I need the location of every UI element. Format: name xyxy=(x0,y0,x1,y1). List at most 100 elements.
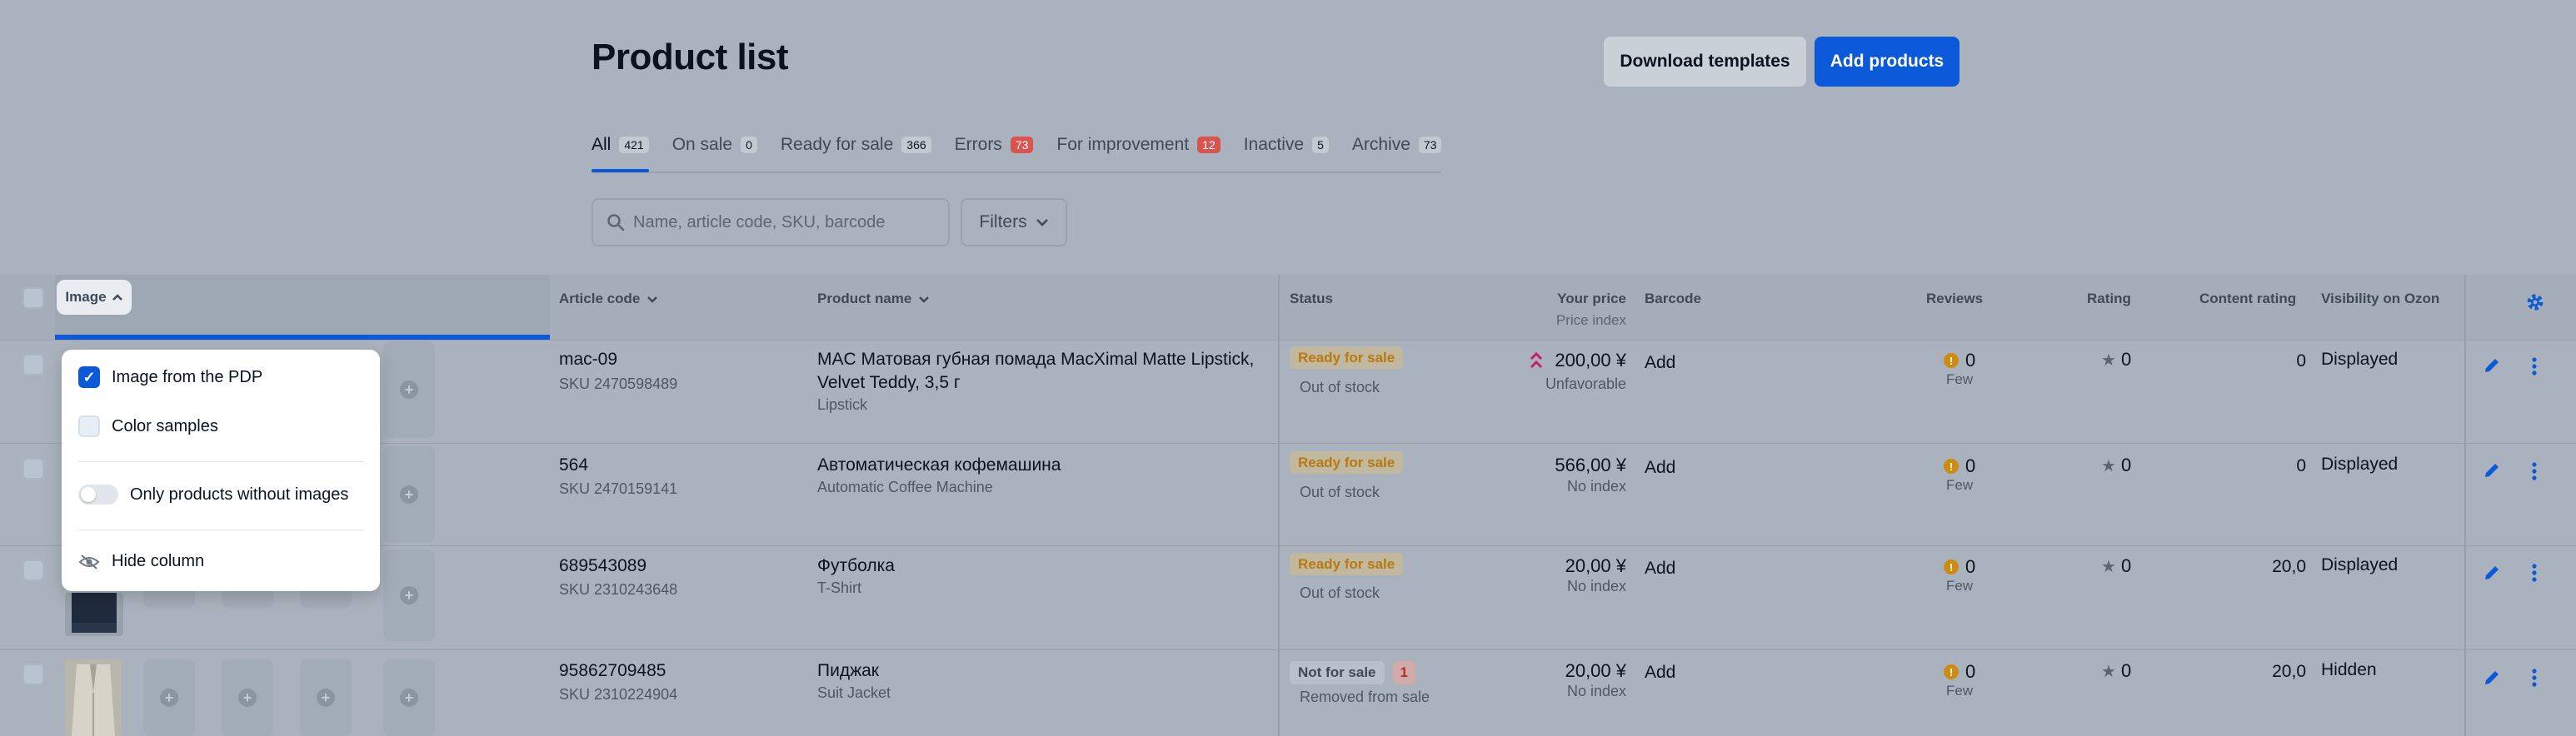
status-badge: Ready for sale xyxy=(1290,346,1404,369)
image-placeholder[interactable]: + xyxy=(383,341,435,438)
more-icon[interactable] xyxy=(2531,668,2538,688)
article-code: 564 xyxy=(559,455,589,475)
reviews-count: 0 xyxy=(1965,350,1976,370)
image-placeholder[interactable]: + xyxy=(222,659,273,736)
status-detail: Out of stock xyxy=(1300,584,1380,601)
sku: SKU 2470598489 xyxy=(559,375,678,392)
product-name[interactable]: MAC Матовая губная помада MacXimal Matte… xyxy=(817,348,1267,395)
chevron-down-icon xyxy=(1036,219,1048,226)
article-code: mac-09 xyxy=(559,350,618,369)
rating: ★ 0 xyxy=(2101,555,2131,577)
visibility-column-header: Visibility on Ozon xyxy=(2321,291,2440,306)
select-all-checkbox[interactable] xyxy=(22,287,44,309)
sku: SKU 2470159141 xyxy=(559,480,678,497)
warning-icon: ! xyxy=(1944,353,1959,368)
tab-for-improvement[interactable]: For improvement 12 xyxy=(1056,130,1221,160)
status-divider xyxy=(1278,275,1280,736)
filters-button[interactable]: Filters xyxy=(961,198,1067,246)
tab-label: Archive xyxy=(1351,135,1410,154)
product-type: T-Shirt xyxy=(817,579,862,596)
image-placeholder[interactable]: + xyxy=(300,659,352,736)
product-name[interactable]: Пиджак xyxy=(817,659,1267,683)
tab-all[interactable]: All 421 xyxy=(592,130,649,172)
reviews-count: 0 xyxy=(1965,556,1976,577)
actions-divider xyxy=(2464,275,2466,736)
price-index: No index xyxy=(1566,683,1626,699)
tab-on-sale[interactable]: On sale 0 xyxy=(672,130,757,160)
price-column-header: Your price xyxy=(1557,291,1626,306)
tab-label: Inactive xyxy=(1243,135,1305,154)
more-icon[interactable] xyxy=(2531,563,2538,583)
status-badge: Ready for sale xyxy=(1290,553,1404,575)
price-index: No index xyxy=(1566,578,1626,594)
product-name[interactable]: Автоматическая кофемашина xyxy=(817,454,1267,477)
only-without-images-toggle-row[interactable]: Only products without images xyxy=(78,485,348,505)
product-column-header[interactable]: Product name xyxy=(817,291,930,307)
checkbox-checked[interactable]: ✓ xyxy=(78,366,100,388)
rating-column-header: Rating xyxy=(2087,291,2131,306)
plus-icon: + xyxy=(238,689,257,707)
hide-column-option[interactable]: Hide column xyxy=(78,552,204,571)
option-label: Color samples xyxy=(112,416,218,435)
chevron-up-icon xyxy=(112,293,122,301)
add-barcode-link[interactable]: Add xyxy=(1645,353,1675,373)
article-column-header[interactable]: Article code xyxy=(559,291,658,307)
checkbox-unchecked[interactable] xyxy=(78,415,100,437)
edit-icon[interactable] xyxy=(2483,669,2501,687)
gear-icon[interactable] xyxy=(2524,291,2546,313)
tab-archive[interactable]: Archive 73 xyxy=(1352,130,1442,160)
row-checkbox[interactable] xyxy=(22,458,44,480)
toggle-switch[interactable] xyxy=(78,485,118,505)
tab-errors[interactable]: Errors 73 xyxy=(955,130,1034,160)
plus-icon: + xyxy=(400,380,418,399)
row-checkbox[interactable] xyxy=(22,559,44,581)
row-checkbox[interactable] xyxy=(22,354,44,375)
color-samples-option[interactable]: Color samples xyxy=(78,415,218,437)
search-placeholder: Name, article code, SKU, barcode xyxy=(633,212,886,231)
row-checkbox[interactable] xyxy=(22,664,44,685)
image-placeholder[interactable]: + xyxy=(383,446,435,543)
image-placeholder[interactable]: + xyxy=(383,659,435,736)
image-placeholder[interactable]: + xyxy=(143,659,195,736)
visibility: Displayed xyxy=(2321,350,2399,369)
eye-off-icon xyxy=(78,554,100,569)
image-from-pdp-option[interactable]: ✓ Image from the PDP xyxy=(78,366,262,388)
content-rating: 20,0 xyxy=(2272,557,2306,576)
filters-label: Filters xyxy=(979,212,1027,231)
more-icon[interactable] xyxy=(2531,356,2538,376)
tab-label: For improvement xyxy=(1056,135,1190,154)
option-label: Hide column xyxy=(112,552,205,570)
status-badge: Ready for sale xyxy=(1290,451,1404,474)
add-barcode-link[interactable]: Add xyxy=(1645,663,1675,683)
download-templates-button[interactable]: Download templates xyxy=(1604,37,1806,87)
plus-icon: + xyxy=(400,586,418,604)
add-barcode-link[interactable]: Add xyxy=(1645,458,1675,478)
column-label: Article code xyxy=(559,291,641,306)
tab-count: 73 xyxy=(1010,137,1034,153)
image-placeholder[interactable]: + xyxy=(383,550,435,641)
status-column-header: Status xyxy=(1290,291,1333,306)
tab-count: 421 xyxy=(619,137,649,153)
add-barcode-link[interactable]: Add xyxy=(1645,559,1675,579)
page-title: Product list xyxy=(592,37,789,77)
more-icon[interactable] xyxy=(2531,461,2538,481)
star-icon: ★ xyxy=(2101,456,2116,475)
tab-ready-for-sale[interactable]: Ready for sale 366 xyxy=(781,130,931,160)
image-column-menu-button[interactable]: Image xyxy=(57,280,132,315)
reviews-note: Few xyxy=(1946,578,1974,594)
add-products-button[interactable]: Add products xyxy=(1815,37,1959,87)
edit-icon[interactable] xyxy=(2483,564,2501,582)
product-thumbnail[interactable] xyxy=(65,659,122,736)
image-column-menu: ✓ Image from the PDP Color samples Only … xyxy=(62,350,380,591)
edit-icon[interactable] xyxy=(2483,461,2501,480)
search-input[interactable]: Name, article code, SKU, barcode xyxy=(592,198,950,246)
edit-icon[interactable] xyxy=(2483,356,2501,375)
tab-count: 366 xyxy=(901,137,931,153)
tab-inactive[interactable]: Inactive 5 xyxy=(1244,130,1329,160)
product-name[interactable]: Футболка xyxy=(817,554,1267,578)
product-thumbnail[interactable] xyxy=(65,593,123,636)
chevron-down-icon xyxy=(919,296,930,303)
plus-icon: + xyxy=(317,689,335,707)
product-type: Automatic Coffee Machine xyxy=(817,479,993,495)
warning-icon: ! xyxy=(1944,459,1959,474)
